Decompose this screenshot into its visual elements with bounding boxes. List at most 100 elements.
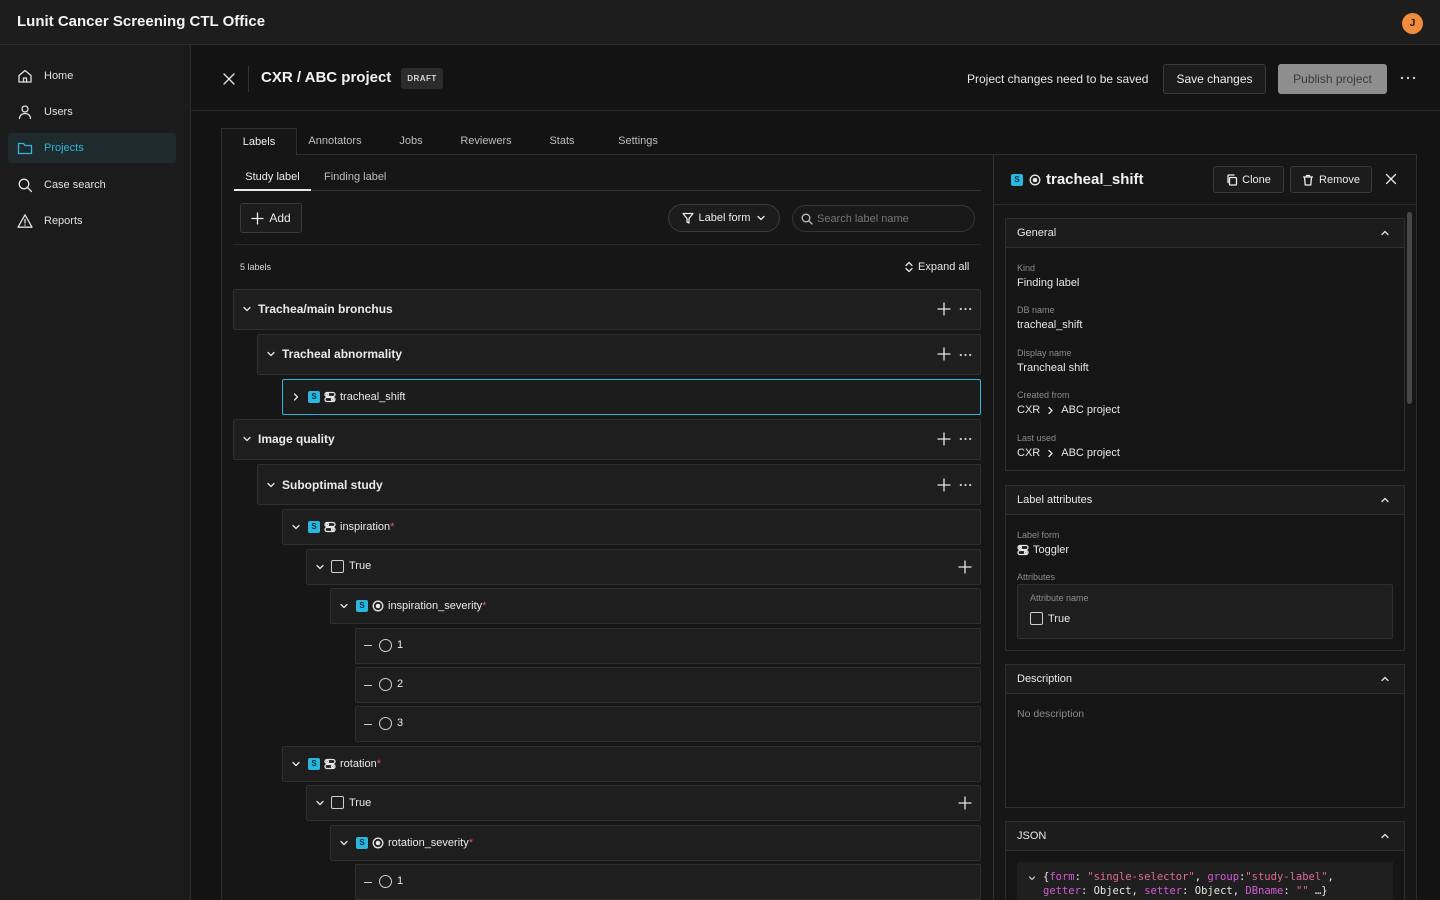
tab-labels[interactable]: Labels	[221, 128, 297, 155]
tree-row-inspiration-true[interactable]	[306, 549, 981, 585]
tab-finding-label[interactable]: Finding label	[324, 166, 386, 191]
add-label-text: Add	[269, 211, 291, 225]
more-icon[interactable]	[959, 307, 972, 311]
row-label: inspiration_severity	[388, 600, 483, 612]
more-icon[interactable]	[959, 483, 972, 487]
tree-row-option-3[interactable]	[355, 706, 981, 742]
chevron-down-icon[interactable]	[242, 304, 252, 314]
chevron-right-icon	[1048, 406, 1053, 414]
json-section-header[interactable]	[1005, 821, 1405, 851]
chevron-down-icon[interactable]	[291, 759, 301, 769]
chevron-down-icon[interactable]	[266, 480, 276, 490]
user-icon	[18, 105, 32, 120]
folder-icon	[17, 142, 33, 155]
radio-selected-icon	[372, 837, 384, 849]
search-box[interactable]	[792, 205, 975, 232]
tab-jobs[interactable]: Jobs	[385, 128, 437, 155]
expand-all-button[interactable]: Expand all	[904, 261, 969, 273]
tree-row-rotation-true[interactable]	[306, 785, 981, 821]
sidebar-item-users[interactable]: Users	[8, 97, 176, 127]
status-badge: DRAFT	[401, 68, 443, 89]
sidebar-item-reports[interactable]: Reports	[8, 206, 176, 236]
remove-button[interactable]: Remove	[1290, 166, 1372, 193]
checkbox-icon	[1030, 612, 1043, 625]
save-button[interactable]: Save changes	[1163, 64, 1266, 94]
chevron-down-icon[interactable]	[339, 838, 349, 848]
breadcrumb-part: CXR	[1017, 404, 1041, 416]
chevron-down-icon[interactable]	[291, 522, 301, 532]
plus-icon[interactable]	[958, 560, 972, 574]
row-label: 1	[397, 875, 404, 887]
row-label: tracheal_shift	[340, 391, 406, 403]
attribute-name-key: Attribute name	[1030, 593, 1089, 603]
chevron-down-icon[interactable]	[315, 798, 325, 808]
tab-reviewers[interactable]: Reviewers	[452, 128, 520, 155]
label-form-filter[interactable]: Label form	[668, 204, 780, 232]
toggle-icon	[324, 758, 336, 770]
detail-divider	[993, 204, 1416, 205]
required-mark: *	[390, 521, 395, 533]
chevron-down-icon[interactable]	[315, 562, 325, 572]
tree-row-option-2[interactable]	[355, 667, 981, 703]
chevron-up-icon[interactable]	[1380, 228, 1390, 238]
search-input[interactable]	[817, 210, 967, 228]
avatar[interactable]: J	[1402, 13, 1423, 34]
tab-settings[interactable]: Settings	[608, 128, 668, 155]
plus-icon[interactable]	[937, 302, 951, 316]
add-label-button[interactable]: Add	[240, 203, 302, 233]
scrollbar-thumb[interactable]	[1407, 212, 1412, 404]
sidebar-item-case-search[interactable]: Case search	[8, 170, 176, 200]
chevron-up-icon[interactable]	[1380, 674, 1390, 684]
checkbox-icon	[331, 796, 344, 809]
chevron-down-icon[interactable]	[1028, 874, 1036, 882]
more-icon[interactable]	[959, 437, 972, 441]
clone-button[interactable]: Clone	[1213, 166, 1284, 193]
plus-icon[interactable]	[958, 796, 972, 810]
plus-icon[interactable]	[937, 478, 951, 492]
more-icon[interactable]	[1400, 76, 1416, 80]
search-icon	[18, 178, 33, 193]
tree-row-option-1[interactable]	[355, 864, 981, 900]
plus-icon[interactable]	[937, 432, 951, 446]
close-icon[interactable]	[222, 72, 236, 86]
more-icon[interactable]	[959, 353, 972, 357]
sidebar-item-home[interactable]: Home	[8, 61, 176, 91]
search-icon	[801, 213, 813, 225]
label-form-key: Label form	[1017, 530, 1060, 540]
chevron-right-icon[interactable]	[291, 392, 301, 402]
tab-annotators[interactable]: Annotators	[297, 128, 373, 155]
row-label: inspiration	[340, 521, 391, 533]
checkbox-icon	[331, 560, 344, 573]
publish-button[interactable]: Publish project	[1278, 64, 1387, 94]
tree-row-image-quality[interactable]	[233, 419, 981, 460]
json-value: Object	[1194, 885, 1233, 897]
last-used-key: Last used	[1017, 433, 1057, 443]
tree-row-rotation[interactable]	[282, 746, 981, 782]
sidebar-item-projects[interactable]: Projects	[8, 133, 176, 163]
close-icon[interactable]	[1385, 173, 1397, 185]
required-mark: *	[376, 758, 381, 770]
tab-stats[interactable]: Stats	[538, 128, 586, 155]
chevron-down-icon[interactable]	[339, 601, 349, 611]
chevron-up-icon[interactable]	[1380, 495, 1390, 505]
radio-icon	[379, 678, 392, 691]
tab-study-label[interactable]: Study label	[234, 166, 311, 191]
row-label: rotation_severity	[388, 837, 469, 849]
chevron-down-icon[interactable]	[266, 349, 276, 359]
json-line-1: {form: "single-selector", group:"study-l…	[1043, 871, 1334, 883]
row-label: rotation	[340, 758, 377, 770]
tree-row-option-1[interactable]	[355, 628, 981, 664]
chevron-up-icon[interactable]	[1380, 831, 1390, 841]
created-from-key: Created from	[1017, 390, 1070, 400]
study-badge: S	[308, 521, 320, 533]
sidebar-item-label: Projects	[44, 142, 84, 154]
plus-icon[interactable]	[937, 347, 951, 361]
description-text: No description	[1017, 708, 1085, 720]
json-key: DBname	[1245, 885, 1284, 897]
remove-text: Remove	[1319, 173, 1360, 186]
chevron-down-icon[interactable]	[242, 434, 252, 444]
breadcrumb-part: ABC project	[1061, 404, 1120, 416]
general-section-header[interactable]	[1005, 218, 1405, 248]
created-from-breadcrumb: CXR ABC project	[1017, 404, 1120, 416]
row-label: 2	[397, 678, 404, 690]
